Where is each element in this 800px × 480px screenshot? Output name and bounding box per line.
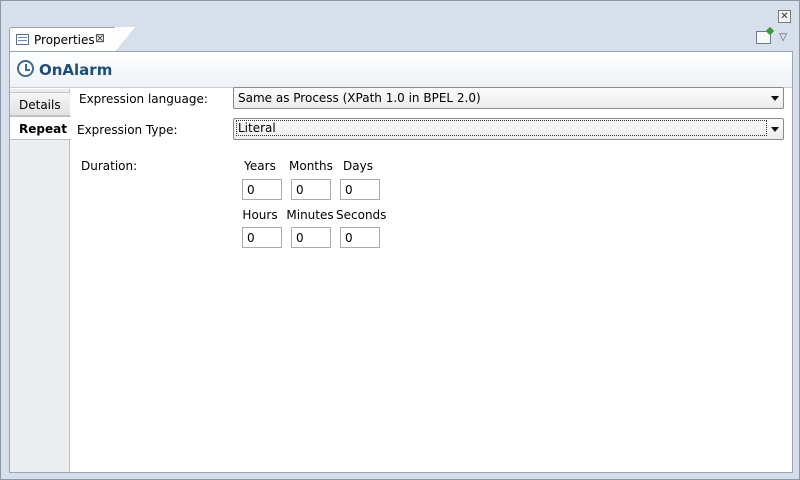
tab-fold-decoration	[115, 27, 135, 52]
minutes-label: Minutes	[286, 208, 334, 222]
repeat-content: Expression language: Same as Process (XP…	[71, 87, 792, 472]
expression-type-value: Literal	[236, 120, 767, 136]
years-label: Years	[244, 159, 276, 173]
side-tabs: Details Repeat	[10, 89, 71, 472]
properties-header: OnAlarm	[10, 52, 792, 88]
days-label: Days	[343, 159, 373, 173]
months-field[interactable]: 0	[291, 179, 331, 200]
properties-table-icon	[16, 34, 29, 45]
expression-type-label: Expression Type:	[77, 123, 178, 137]
hours-label: Hours	[242, 208, 278, 222]
minutes-field[interactable]: 0	[291, 227, 331, 248]
expression-language-select[interactable]: Same as Process (XPath 1.0 in BPEL 2.0)	[233, 87, 784, 109]
properties-window: ✕ Properties ⊠ ▽ OnAlarm Details Repeat …	[0, 0, 800, 480]
hours-field[interactable]: 0	[242, 227, 282, 248]
pin-view-icon[interactable]	[756, 31, 772, 44]
seconds-label: Seconds	[336, 208, 387, 222]
expression-type-select[interactable]: Literal	[233, 118, 784, 140]
tab-close-icon[interactable]: ⊠	[95, 31, 105, 45]
properties-panel: OnAlarm Details Repeat Expression langua…	[9, 51, 793, 473]
expression-language-value: Same as Process (XPath 1.0 in BPEL 2.0)	[238, 91, 481, 105]
chevron-down-icon	[771, 96, 779, 101]
view-toolbar: ▽	[756, 31, 787, 44]
months-label: Months	[289, 159, 333, 173]
duration-label: Duration:	[81, 159, 138, 173]
view-tab-strip: Properties ⊠ ▽	[9, 27, 799, 52]
expression-language-label: Expression language:	[79, 92, 208, 106]
chevron-down-icon	[771, 127, 779, 132]
days-field[interactable]: 0	[340, 179, 380, 200]
years-field[interactable]: 0	[242, 179, 282, 200]
view-menu-icon[interactable]: ▽	[779, 32, 787, 43]
seconds-field[interactable]: 0	[340, 227, 380, 248]
clock-icon	[17, 60, 34, 77]
page-title: OnAlarm	[39, 61, 113, 79]
tab-repeat[interactable]: Repeat	[10, 116, 71, 140]
tab-properties[interactable]: Properties ⊠	[9, 27, 117, 52]
tab-details[interactable]: Details	[10, 92, 70, 116]
tab-properties-label: Properties	[34, 33, 95, 47]
window-close-button[interactable]: ✕	[778, 10, 791, 23]
